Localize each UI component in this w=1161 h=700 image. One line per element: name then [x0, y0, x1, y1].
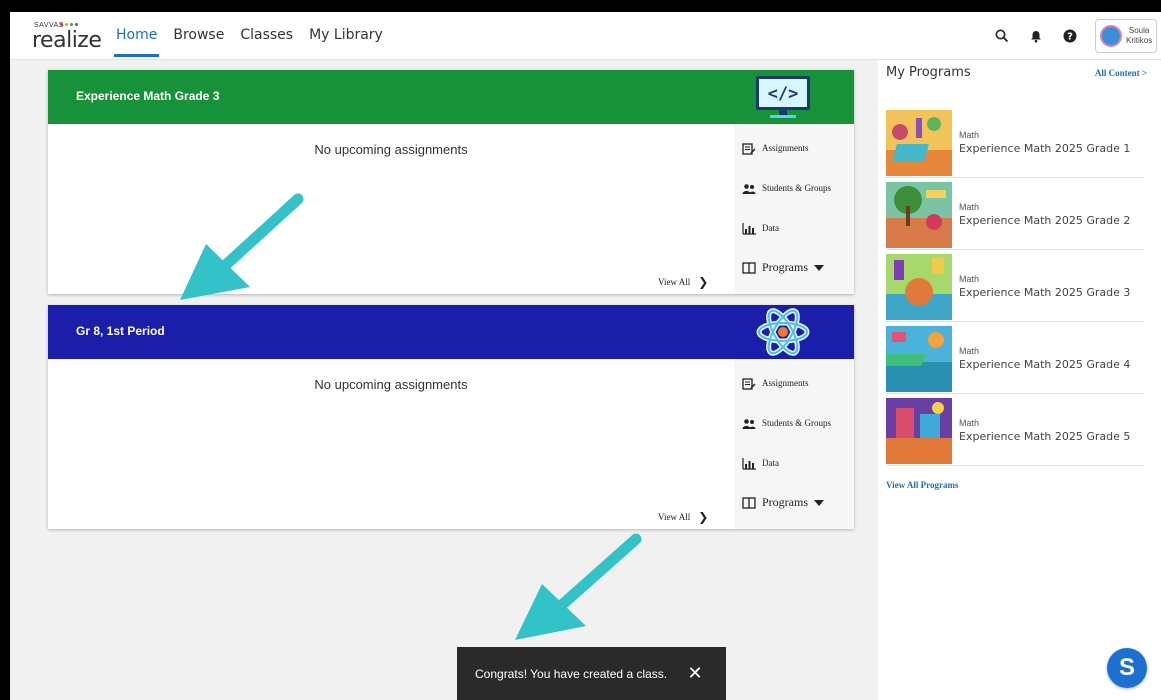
app-frame: SAVVAS realize Home Browse Classes My Li…	[8, 12, 1161, 700]
students-groups-label: Students & Groups	[762, 418, 832, 428]
top-navigation-bar: SAVVAS realize Home Browse Classes My Li…	[10, 12, 1161, 60]
program-item[interactable]: Math Experience Math 2025 Grade 5	[886, 396, 1144, 466]
class-quick-links: Assignments Students & Groups Data Progr…	[734, 359, 854, 529]
program-item[interactable]: Math Experience Math 2025 Grade 2	[886, 180, 1144, 250]
help-icon[interactable]: ?	[1055, 21, 1085, 51]
data-link[interactable]: Data	[742, 222, 779, 235]
savvas-assistant-button[interactable]: S	[1107, 648, 1147, 688]
programs-dropdown[interactable]: Programs	[742, 493, 824, 511]
logo-dots	[60, 23, 78, 26]
students-groups-label: Students & Groups	[762, 183, 832, 193]
program-subject: Math	[959, 202, 980, 212]
bar-chart-icon	[742, 222, 756, 235]
user-menu[interactable]: Soula Kritikos	[1095, 19, 1157, 53]
avatar	[1100, 25, 1122, 47]
close-icon[interactable]: ✕	[684, 662, 706, 684]
program-name: Experience Math 2025 Grade 5	[959, 430, 1131, 443]
students-groups-link[interactable]: Students & Groups	[742, 182, 831, 194]
view-all-link[interactable]: View All ❯	[658, 275, 708, 289]
book-icon	[742, 496, 756, 509]
user-first-name: Soula	[1128, 26, 1150, 35]
nav-my-library[interactable]: My Library	[309, 27, 383, 43]
view-all-label: View All	[658, 512, 691, 522]
class-title[interactable]: Gr 8, 1st Period	[76, 324, 165, 338]
data-link[interactable]: Data	[742, 457, 779, 470]
programs-label: Programs	[762, 259, 808, 274]
program-thumbnail	[886, 254, 952, 320]
program-item[interactable]: Math Experience Math 2025 Grade 3	[886, 252, 1144, 322]
logo-word: realize	[32, 28, 102, 53]
my-programs-panel: My Programs All Content > Math Experienc…	[878, 60, 1161, 700]
main-nav: Home Browse Classes My Library	[113, 27, 383, 57]
no-assignments-text: No upcoming assignments	[314, 377, 468, 392]
no-assignments-text: No upcoming assignments	[314, 142, 468, 157]
class-card-header[interactable]: Gr 8, 1st Period	[48, 305, 854, 359]
chevron-right-icon: ❯	[698, 510, 709, 524]
caret-down-icon	[814, 493, 824, 511]
class-card: Gr 8, 1st Period No upcoming assignments…	[48, 305, 854, 529]
program-subject: Math	[959, 130, 980, 140]
programs-label: Programs	[762, 494, 808, 509]
atom-icon	[748, 308, 818, 356]
header-actions: ? Soula Kritikos	[987, 12, 1161, 60]
user-name: Soula Kritikos	[1126, 26, 1152, 46]
program-name: Experience Math 2025 Grade 1	[959, 142, 1131, 155]
program-thumbnail	[886, 326, 952, 392]
toast-message: Congrats! You have created a class.	[475, 666, 668, 681]
program-thumbnail	[886, 398, 952, 464]
program-subject: Math	[959, 274, 980, 284]
programs-dropdown[interactable]: Programs	[742, 258, 824, 276]
book-icon	[742, 261, 756, 274]
program-name: Experience Math 2025 Grade 3	[959, 286, 1131, 299]
nav-browse[interactable]: Browse	[173, 27, 224, 43]
program-name: Experience Math 2025 Grade 4	[959, 358, 1131, 371]
svg-text:</>: </>	[768, 84, 799, 104]
students-icon	[742, 417, 756, 429]
assignments-icon	[742, 142, 756, 155]
user-last-name: Kritikos	[1126, 36, 1153, 45]
code-monitor-icon: </>	[748, 73, 818, 121]
nav-home[interactable]: Home	[113, 27, 160, 57]
bell-icon[interactable]	[1021, 21, 1051, 51]
view-all-label: View All	[658, 277, 691, 287]
class-card: Experience Math Grade 3 </> No upcoming …	[48, 70, 854, 294]
chevron-right-icon: ❯	[698, 275, 709, 289]
data-label: Data	[762, 223, 779, 233]
students-icon	[742, 182, 756, 194]
class-card-header[interactable]: Experience Math Grade 3 </>	[48, 70, 854, 124]
search-icon[interactable]	[987, 21, 1017, 51]
main-content: Experience Math Grade 3 </> No upcoming …	[10, 60, 878, 700]
my-programs-title: My Programs	[886, 65, 971, 80]
students-groups-link[interactable]: Students & Groups	[742, 417, 831, 429]
assignments-link[interactable]: Assignments	[742, 142, 809, 155]
data-label: Data	[762, 458, 779, 468]
assignments-icon	[742, 377, 756, 390]
program-name: Experience Math 2025 Grade 2	[959, 214, 1131, 227]
program-thumbnail	[886, 110, 952, 176]
svg-text:?: ?	[1067, 32, 1073, 43]
class-title[interactable]: Experience Math Grade 3	[76, 89, 219, 103]
program-item[interactable]: Math Experience Math 2025 Grade 1	[886, 108, 1144, 178]
view-all-programs-link[interactable]: View All Programs	[886, 480, 959, 490]
assignments-label: Assignments	[762, 143, 809, 153]
all-content-link[interactable]: All Content >	[1095, 68, 1147, 78]
program-subject: Math	[959, 346, 980, 356]
program-thumbnail	[886, 182, 952, 248]
view-all-link[interactable]: View All ❯	[658, 510, 708, 524]
bar-chart-icon	[742, 457, 756, 470]
program-item[interactable]: Math Experience Math 2025 Grade 4	[886, 324, 1144, 394]
savvas-realize-logo[interactable]: SAVVAS realize	[30, 22, 102, 53]
assignments-label: Assignments	[762, 378, 809, 388]
class-quick-links: Assignments Students & Groups Data Progr…	[734, 124, 854, 294]
nav-classes[interactable]: Classes	[240, 27, 293, 43]
assignments-link[interactable]: Assignments	[742, 377, 809, 390]
caret-down-icon	[814, 258, 824, 276]
program-subject: Math	[959, 418, 980, 428]
toast-notification: Congrats! You have created a class. ✕	[457, 647, 726, 700]
